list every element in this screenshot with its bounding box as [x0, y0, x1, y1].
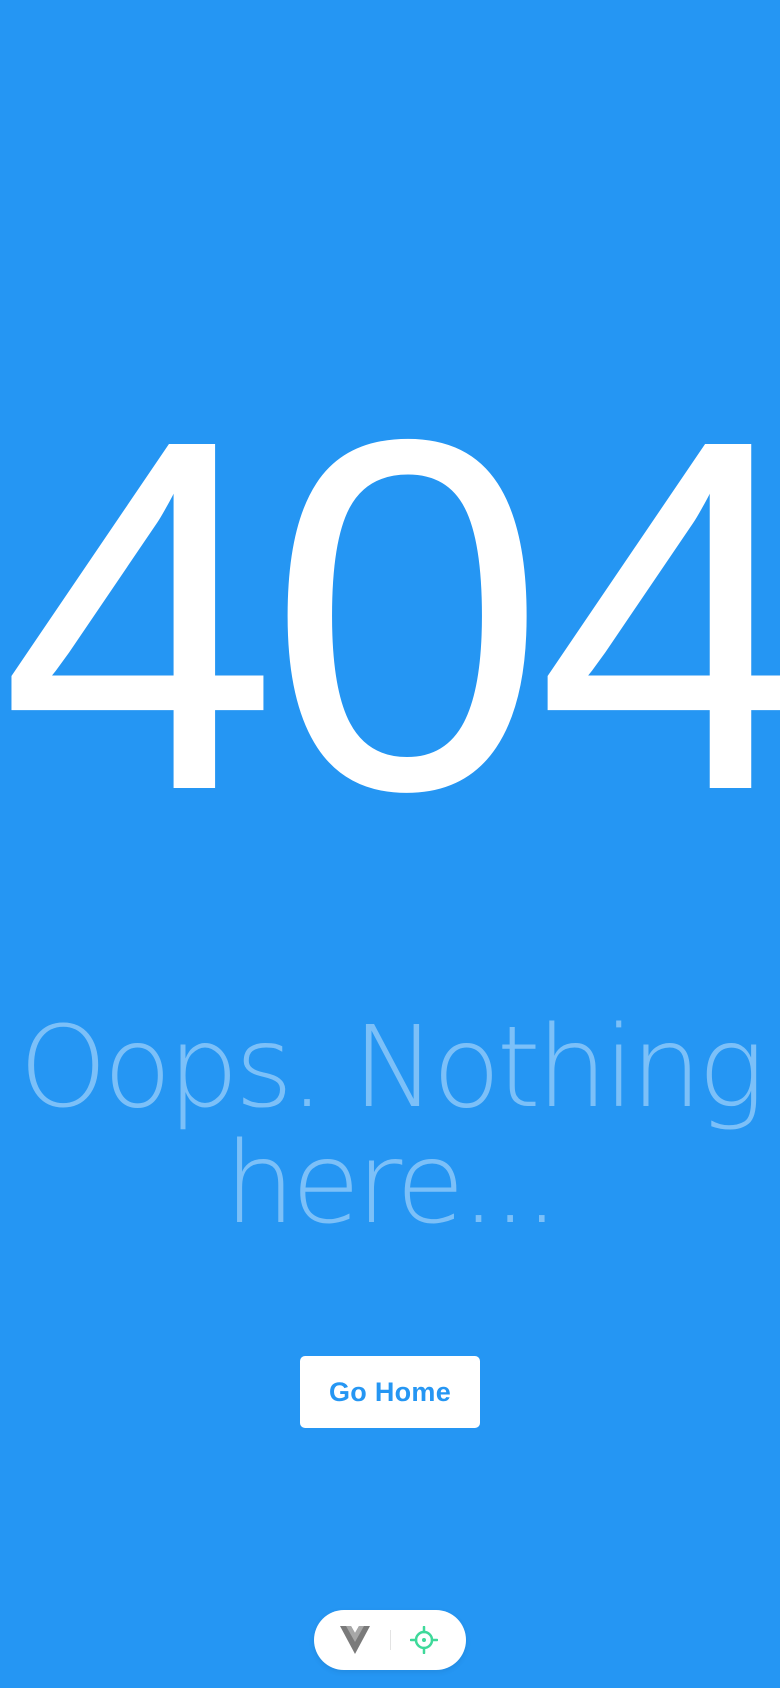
go-home-button[interactable]: Go Home [300, 1356, 480, 1428]
error-message-line-2: here... [224, 1119, 559, 1249]
devtools-toolbar [314, 1610, 466, 1670]
error-message: Oops. Nothing here... [0, 1010, 780, 1242]
error-message-line-1: Oops. Nothing [19, 1003, 765, 1133]
vue-devtools-logo-icon[interactable] [340, 1626, 370, 1654]
toolbar-divider [390, 1630, 391, 1650]
error-code: 404 [0, 335, 780, 894]
error-page: 404 Oops. Nothing here... Go Home [0, 0, 780, 1688]
crosshair-target-icon[interactable] [409, 1625, 439, 1655]
